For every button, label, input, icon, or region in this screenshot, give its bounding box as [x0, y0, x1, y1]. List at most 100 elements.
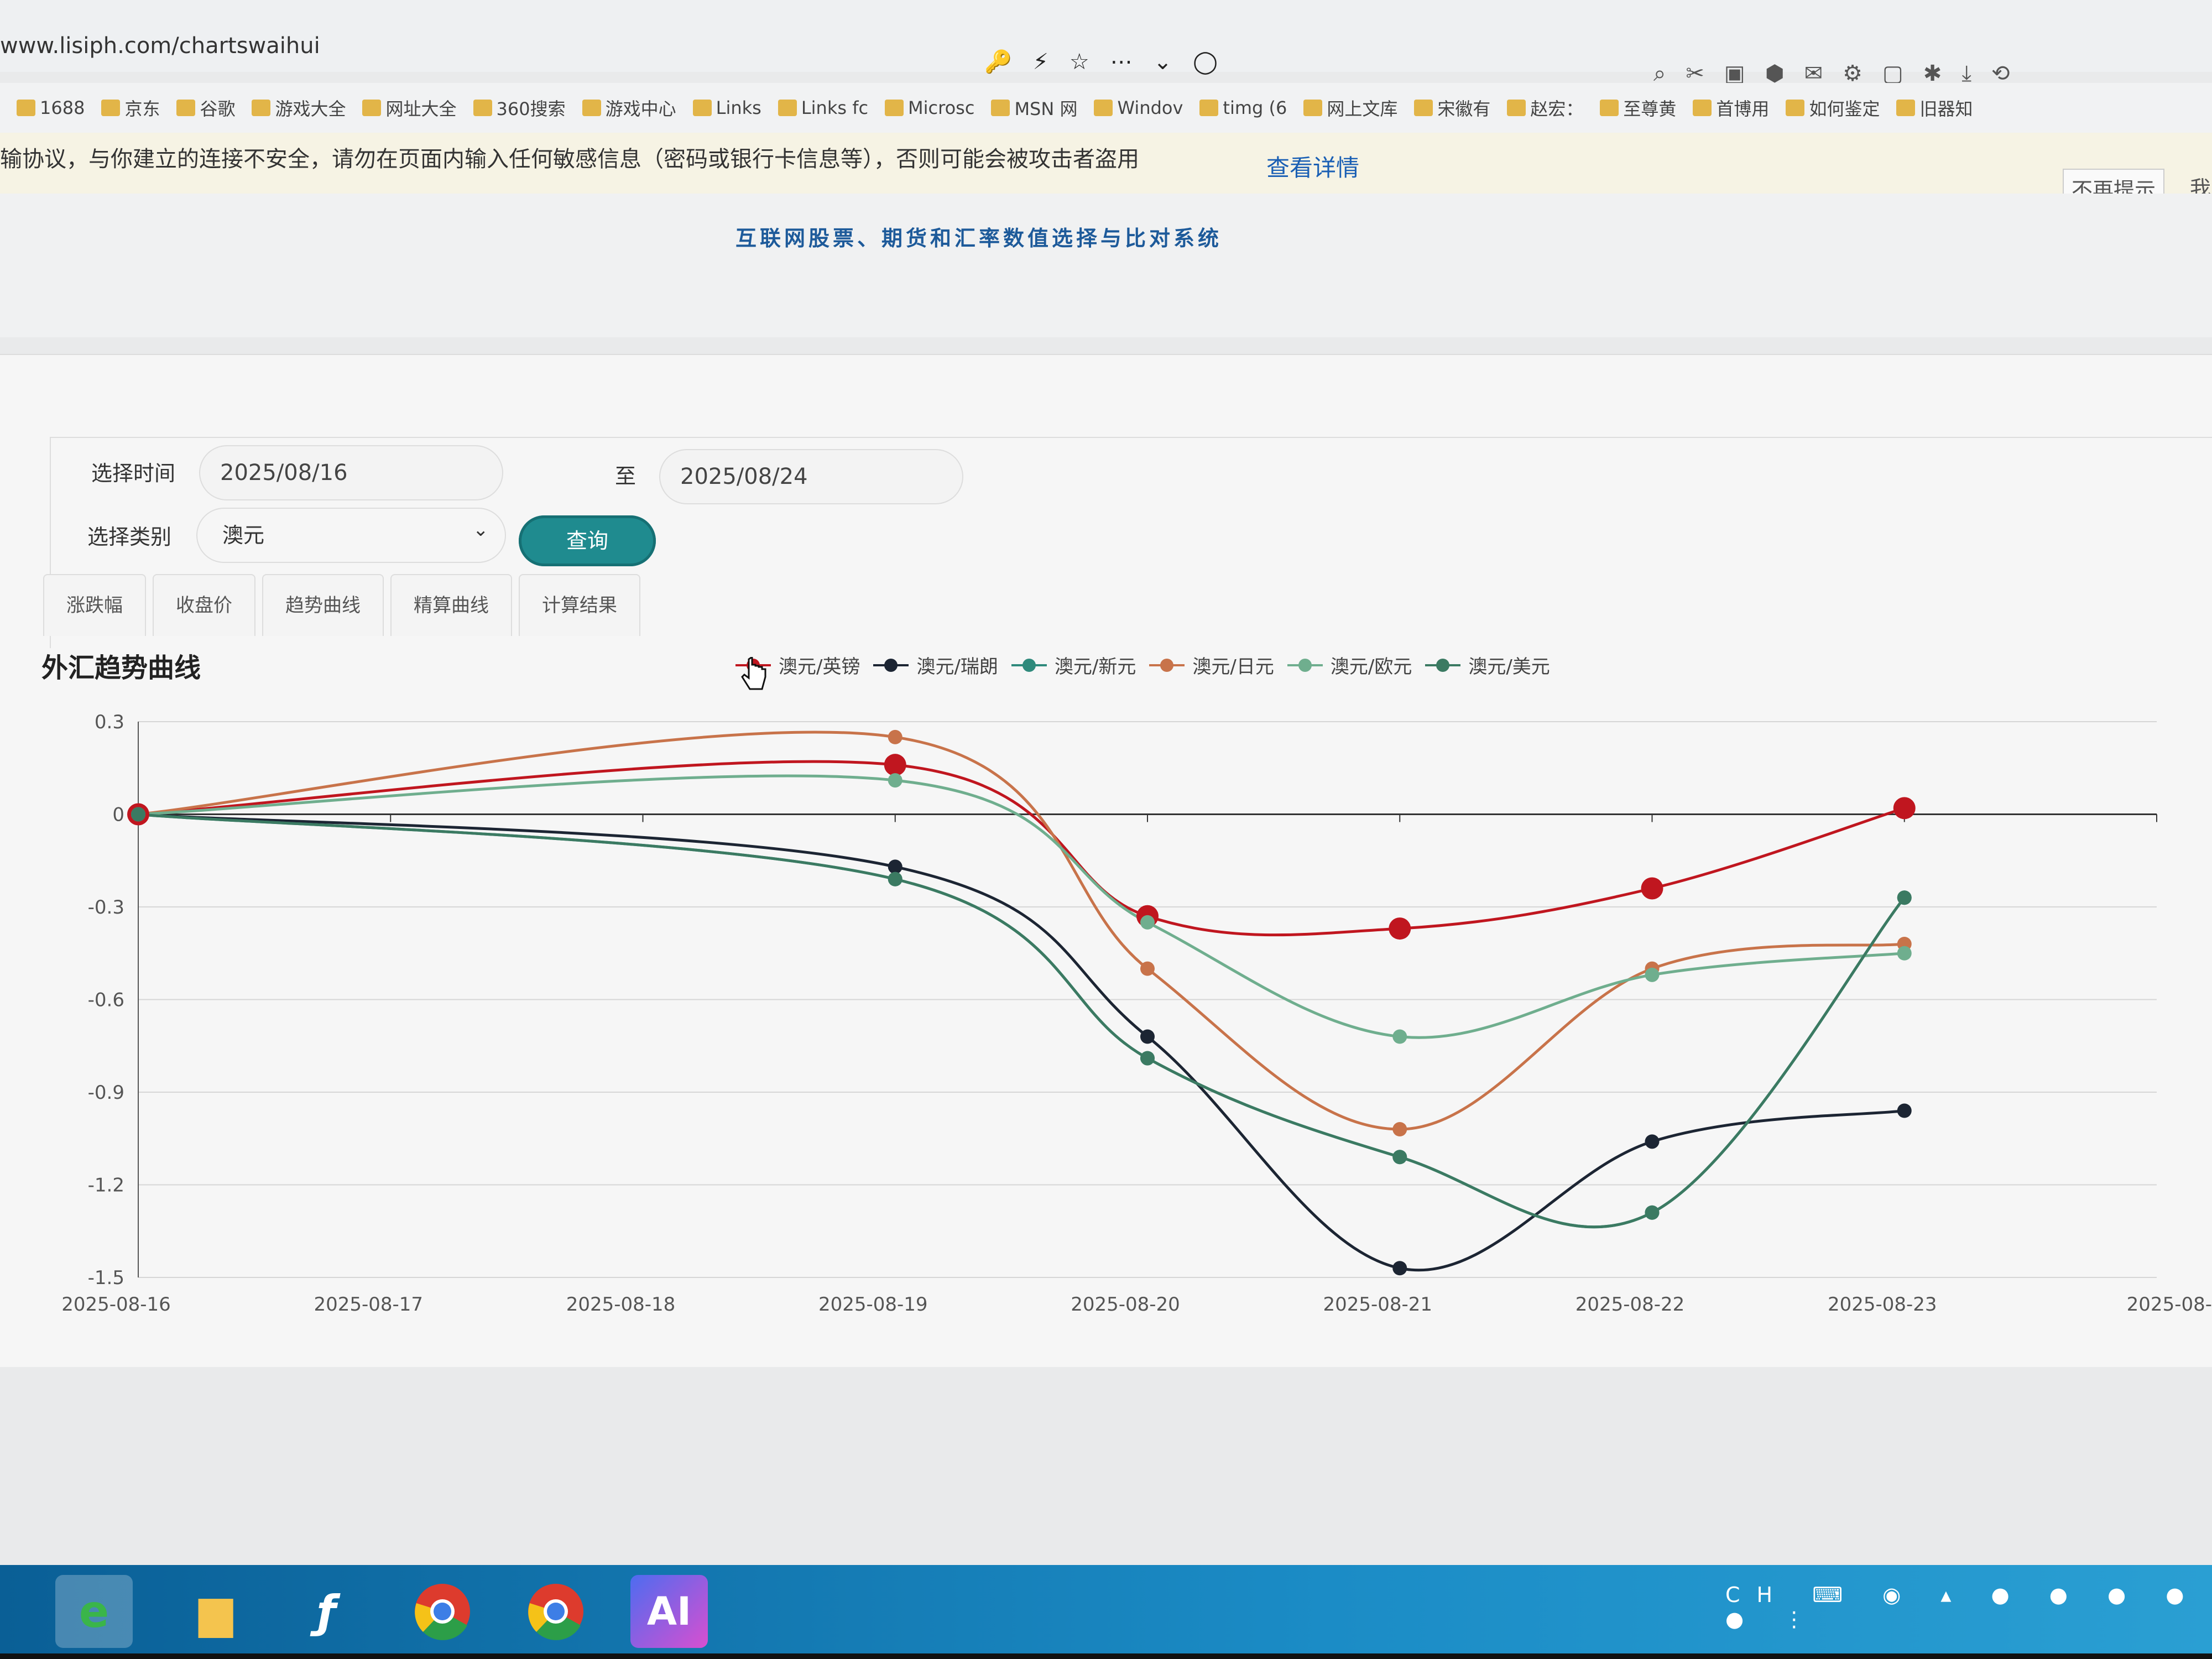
bookmark-item[interactable]: 首博用 — [1693, 95, 1769, 121]
tab-trend-curve[interactable]: 趋势曲线 — [262, 574, 384, 636]
data-point[interactable] — [1641, 877, 1663, 900]
legend-label: 澳元/瑞朗 — [916, 656, 998, 678]
ai-app-icon[interactable]: AI — [630, 1575, 708, 1648]
y-tick-label: -0.9 — [88, 1082, 124, 1104]
address-tools-icons[interactable]: 🔑⚡☆⋯⌄◯ — [984, 49, 1239, 75]
series-line-1 — [138, 813, 1905, 1272]
legend-item[interactable]: 澳元/欧元 — [1287, 651, 1412, 679]
bookmark-item[interactable]: 游戏大全 — [252, 95, 346, 121]
bookmark-item[interactable]: MSN 网 — [991, 95, 1077, 121]
tab-close-price[interactable]: 收盘价 — [153, 574, 255, 636]
chrome-icon-2[interactable] — [517, 1575, 594, 1648]
data-point[interactable] — [1140, 961, 1155, 976]
system-tray[interactable]: CH ⌨ ◉ ▴ ● ● ● ● ● ⋮ — [1725, 1583, 2212, 1631]
bookmark-icon — [17, 100, 35, 116]
bookmark-label: 360搜索 — [496, 98, 566, 119]
chart-legend: 澳元/英镑 澳元/瑞朗 澳元/新元 澳元/日元 澳元/欧元 澳元/美元 — [735, 651, 1550, 679]
data-point[interactable] — [1140, 1051, 1155, 1066]
bookmark-icon — [1094, 100, 1113, 116]
legend-label: 澳元/日元 — [1192, 656, 1274, 678]
bookmark-icon — [582, 100, 601, 116]
data-point[interactable] — [1897, 1103, 1912, 1118]
file-explorer-icon[interactable]: ▆ — [177, 1575, 254, 1648]
ie-browser-icon[interactable]: e — [55, 1575, 133, 1648]
bookmark-item[interactable]: Windov — [1094, 97, 1183, 118]
data-point[interactable] — [1392, 1122, 1407, 1136]
bookmark-label: 谷歌 — [200, 98, 236, 119]
bookmark-item[interactable]: 网址大全 — [362, 95, 457, 121]
tab-calc-result[interactable]: 计算结果 — [519, 574, 640, 636]
bookmark-item[interactable]: Links fc — [778, 97, 868, 118]
category-select[interactable]: 澳元 — [196, 508, 506, 563]
bookmark-item[interactable]: 赵宏： — [1507, 95, 1583, 121]
chrome-icon[interactable] — [404, 1575, 481, 1648]
x-tick-label: 2025-08-17 — [314, 1293, 423, 1316]
bookmark-item[interactable]: timg (6 — [1199, 97, 1287, 118]
flash-app-icon[interactable]: ƒ — [288, 1575, 365, 1648]
data-point[interactable] — [1392, 1150, 1407, 1165]
x-tick-label: 2025-08-23 — [1828, 1293, 1937, 1316]
bookmark-item[interactable]: 1688 — [17, 97, 85, 118]
data-point[interactable] — [1392, 1029, 1407, 1044]
bookmark-label: 宋徽有 — [1437, 98, 1491, 119]
data-point[interactable] — [888, 872, 902, 886]
data-point[interactable] — [1140, 915, 1155, 930]
legend-item[interactable]: 澳元/日元 — [1149, 651, 1274, 679]
bookmark-item[interactable]: 游戏中心 — [582, 95, 676, 121]
hand-cursor-icon — [741, 657, 766, 690]
bookmark-label: 至尊黄 — [1623, 98, 1677, 119]
bookmark-item[interactable]: Links — [692, 97, 761, 118]
tab-bar: 涨跌幅 收盘价 趋势曲线 精算曲线 计算结果 — [43, 574, 647, 636]
bookmark-icon — [362, 100, 382, 116]
bookmark-item[interactable]: 360搜索 — [473, 95, 566, 121]
data-point[interactable] — [1897, 890, 1912, 905]
bookmark-label: 网址大全 — [385, 98, 457, 119]
bookmark-icon — [1507, 100, 1526, 116]
data-point[interactable] — [1893, 797, 1916, 820]
bookmark-label: 如何鉴定 — [1809, 98, 1880, 119]
legend-item[interactable]: 澳元/瑞朗 — [873, 651, 998, 679]
address-bar[interactable]: www.lisiph.com/chartswaihui — [0, 33, 320, 59]
tab-actuarial-curve[interactable]: 精算曲线 — [390, 574, 512, 636]
warning-details-link[interactable]: 查看详情 — [1266, 149, 1359, 183]
bookmarks-bar: 1688 京东 谷歌 游戏大全 网址大全 360搜索 游戏中心 Links Links fc Mi… — [0, 83, 2212, 133]
bookmark-item[interactable]: Microsc — [885, 97, 974, 118]
data-point[interactable] — [888, 773, 902, 788]
to-label: 至 — [615, 464, 637, 488]
x-tick-label: 2025-08-21 — [1323, 1293, 1432, 1316]
legend-item[interactable]: 澳元/美元 — [1425, 651, 1550, 679]
data-point[interactable] — [1392, 1261, 1407, 1276]
data-point[interactable] — [1897, 946, 1912, 961]
data-point[interactable] — [1645, 1134, 1660, 1149]
data-point[interactable] — [884, 754, 906, 776]
data-point[interactable] — [1140, 1029, 1155, 1044]
bookmark-item[interactable]: 至尊黄 — [1600, 95, 1676, 121]
bookmark-item[interactable]: 网上文库 — [1303, 95, 1397, 121]
data-point[interactable] — [888, 729, 902, 744]
data-point[interactable] — [131, 807, 145, 822]
bookmark-item[interactable]: 谷歌 — [176, 95, 235, 121]
legend-label: 澳元/新元 — [1054, 656, 1136, 678]
x-tick-label: 2025-08-16 — [61, 1293, 171, 1316]
series-line-2 — [138, 813, 1906, 1229]
bookmark-item[interactable]: 旧器知 — [1896, 95, 1973, 121]
input-language[interactable]: CH — [1725, 1583, 1789, 1607]
bookmark-item[interactable]: 如何鉴定 — [1786, 95, 1880, 121]
time-label: 选择时间 — [91, 461, 176, 486]
tab-change-rate[interactable]: 涨跌幅 — [43, 574, 146, 636]
trend-chart: 0.3 0 -0.3 -0.6 -0.9 -1.2 -1.5 2025-08-16 2025-0… — [61, 711, 2212, 1316]
legend-item[interactable]: 澳元/新元 — [1011, 651, 1136, 679]
bookmark-label: timg (6 — [1223, 97, 1287, 118]
data-point[interactable] — [888, 859, 902, 874]
date-to-input[interactable]: 2025/08/24 — [659, 449, 963, 504]
data-point[interactable] — [1645, 1205, 1660, 1220]
query-button[interactable]: 查询 — [519, 515, 656, 566]
legend-marker — [1287, 658, 1323, 672]
bookmark-icon — [1693, 100, 1712, 116]
bookmark-item[interactable]: 宋徽有 — [1414, 95, 1490, 121]
date-from-input[interactable]: 2025/08/16 — [199, 445, 503, 500]
bookmark-item[interactable]: 京东 — [101, 95, 160, 121]
category-label: 选择类别 — [87, 525, 172, 549]
data-point[interactable] — [1389, 917, 1411, 940]
data-point[interactable] — [1645, 967, 1660, 982]
